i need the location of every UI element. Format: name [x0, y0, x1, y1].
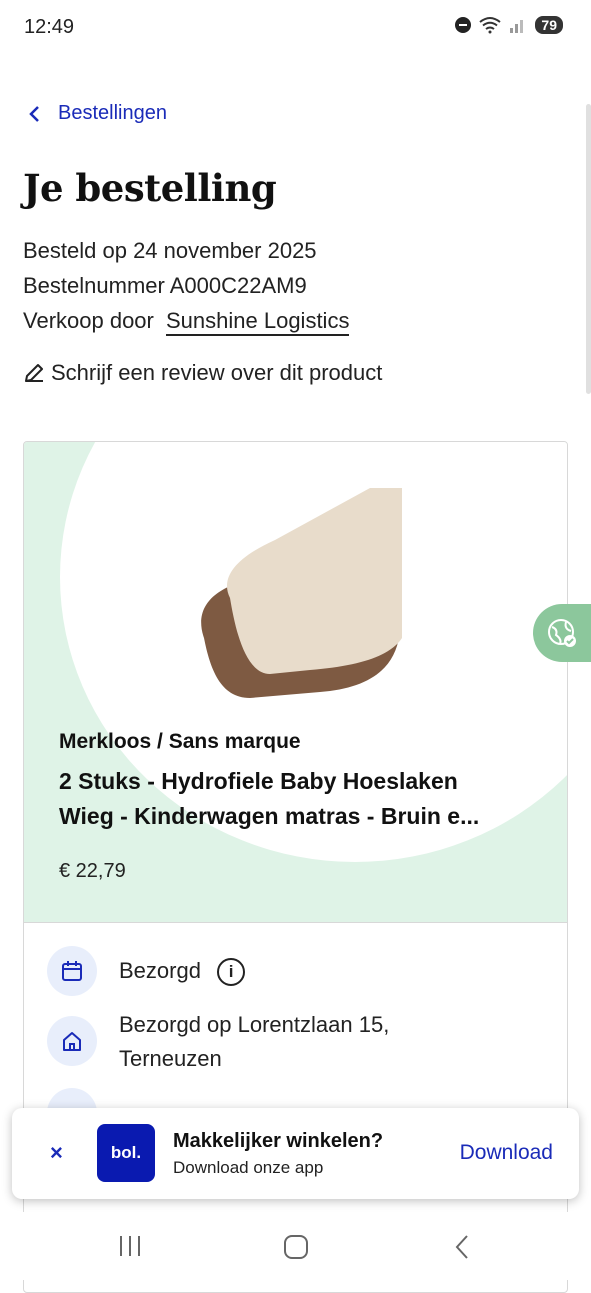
delivery-address-line2: Terneuzen	[119, 1046, 222, 1071]
pencil-icon	[25, 364, 43, 382]
seller-line: Verkoop door Sunshine Logistics	[23, 308, 350, 336]
product-title[interactable]: 2 Stuks - Hydrofiele Baby Hoeslaken Wieg…	[59, 764, 549, 834]
banner-subtitle: Download onze app	[173, 1158, 324, 1177]
write-review-label: Schrijf een review over dit product	[51, 360, 383, 385]
calendar-icon	[47, 946, 97, 996]
battery-indicator: 79	[535, 16, 563, 34]
do-not-disturb-icon	[455, 17, 472, 33]
download-app-button[interactable]: Download	[460, 1141, 553, 1165]
banner-title: Makkelijker winkelen?	[173, 1130, 384, 1152]
back-to-orders-link[interactable]: Bestellingen	[28, 102, 167, 125]
order-date: Besteld op 24 november 2025	[23, 238, 317, 263]
chevron-left-icon	[29, 105, 39, 122]
seller-prefix: Verkoop door	[23, 308, 154, 333]
globe-icon	[548, 619, 576, 647]
back-link-label: Bestellingen	[58, 102, 167, 124]
system-nav-bar	[0, 1212, 591, 1280]
product-title-line1: 2 Stuks - Hydrofiele Baby Hoeslaken	[59, 768, 458, 794]
delivery-address-row: Bezorgd op Lorentzlaan 15, Terneuzen	[47, 1008, 389, 1076]
bol-logo: bol.	[97, 1124, 155, 1182]
wifi-icon	[479, 17, 502, 34]
delivery-status: Bezorgd	[119, 958, 201, 983]
status-time: 12:49	[24, 16, 75, 38]
product-price: € 22,79	[59, 860, 126, 882]
app-download-banner: × bol. Makkelijker winkelen? Download on…	[12, 1108, 579, 1199]
product-title-line2: Wieg - Kinderwagen matras - Bruin e...	[59, 803, 480, 829]
system-back-button[interactable]	[454, 1234, 470, 1260]
status-icons: 79	[455, 16, 563, 34]
close-icon[interactable]: ×	[50, 1140, 63, 1166]
product-brand: Merkloos / Sans marque	[59, 730, 301, 753]
scrollbar[interactable]	[586, 104, 591, 394]
home-button[interactable]	[284, 1235, 308, 1259]
product-image[interactable]	[190, 488, 402, 700]
signal-icon	[510, 20, 524, 33]
language-globe-button[interactable]	[533, 604, 591, 662]
page-title: Je bestelling	[23, 166, 277, 210]
recent-apps-button[interactable]	[120, 1236, 140, 1256]
delivery-status-row: Bezorgd i	[47, 946, 246, 996]
write-review-link[interactable]: Schrijf een review over dit product	[23, 360, 382, 386]
seller-link[interactable]: Sunshine Logistics	[166, 308, 350, 336]
order-number: Bestelnummer A000C22AM9	[23, 273, 307, 298]
product-card-header: Merkloos / Sans marque 2 Stuks - Hydrofi…	[24, 442, 567, 923]
home-icon	[47, 1016, 97, 1066]
info-icon[interactable]: i	[217, 958, 246, 987]
delivery-address-line1: Bezorgd op Lorentzlaan 15,	[119, 1012, 390, 1037]
